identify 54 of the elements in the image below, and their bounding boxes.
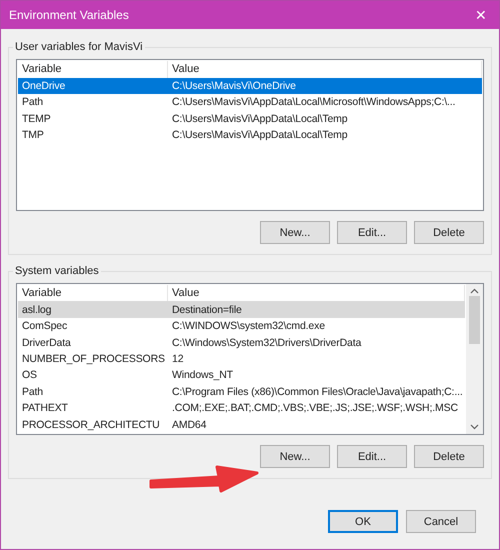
variable-value: C:\Users\MavisVi\AppData\Local\Temp	[171, 112, 348, 125]
variable-name: OS	[21, 369, 38, 382]
window-title: Environment Variables	[9, 8, 129, 22]
variable-row[interactable]: DriverData C:\Windows\System32\Drivers\DriverData	[18, 334, 465, 351]
variable-value: AMD64	[171, 418, 208, 431]
variable-name: DriverData	[21, 336, 72, 349]
variable-row[interactable]: asl.log Destination=file	[18, 301, 465, 318]
variable-row[interactable]: TMP C:\Users\MavisVi\AppData\Local\Temp	[18, 127, 482, 144]
variable-name: PATHEXT	[21, 402, 69, 414]
scroll-thumb[interactable]	[469, 296, 480, 344]
action-button[interactable]: New...	[260, 221, 330, 244]
variable-row[interactable]: OneDrive C:\Users\MavisVi\OneDrive	[18, 78, 482, 94]
variable-value: Windows_NT	[171, 369, 234, 382]
variable-value: C:\Program Files (x86)\Common Files\Oracle\Java\javapath;C:...	[171, 386, 464, 398]
variable-row[interactable]: TEMP C:\Users\MavisVi\AppData\Local\Temp	[18, 110, 482, 127]
close-button[interactable]: ✕	[463, 1, 499, 29]
variable-value: .COM;.EXE;.BAT;.CMD;.VBS;.VBE;.JS;.JSE;.WSF;.WSH;.MSC	[171, 402, 459, 414]
variable-value: C:\Users\MavisVi\AppData\Local\Temp	[171, 129, 348, 142]
variable-row[interactable]: OS Windows_NT	[18, 367, 465, 384]
variable-value: C:\Users\MavisVi\AppData\Local\Microsoft\WindowsApps;C:\...	[171, 96, 456, 108]
scroll-down-icon[interactable]	[470, 424, 479, 430]
action-button[interactable]: New...	[260, 445, 330, 468]
action-button[interactable]: Delete	[414, 445, 484, 468]
variables-list[interactable]: Variable Value OneDrive C:\Users\MavisVi\OneDrive Path C:\Users\MavisVi\AppData\Local\Microsoft\WindowsApps;C:\... TEMP C:\Users\MavisVi\AppData\Local\Temp TMP C:\Users\MavisVi\AppData\Local\Temp	[16, 59, 484, 211]
variable-name: NUMBER_OF_PROCESSORS	[21, 352, 166, 365]
variable-value: 12	[171, 352, 184, 365]
variable-value: C:\Windows\System32\Drivers\DriverData	[171, 336, 362, 349]
variable-name: TMP	[21, 129, 45, 142]
variable-row[interactable]: PROCESSOR_ARCHITECTU AMD64	[18, 416, 465, 433]
variable-row[interactable]: NUMBER_OF_PROCESSORS 12	[18, 350, 465, 368]
variable-name: ComSpec	[21, 320, 68, 332]
action-button[interactable]: Edit...	[337, 221, 407, 244]
variable-row[interactable]: PATHEXT .COM;.EXE;.BAT;.CMD;.VBS;.VBE;.JS;.JSE;.WSF;.WSH;.MSC	[18, 400, 465, 416]
variable-name: TEMP	[21, 112, 52, 125]
variable-name: OneDrive	[21, 80, 66, 92]
variable-row[interactable]: ComSpec C:\WINDOWS\system32\cmd.exe	[18, 318, 465, 334]
variable-row[interactable]: Path C:\Program Files (x86)\Common Files\Oracle\Java\javapath;C:...	[18, 384, 465, 400]
variable-value: Destination=file	[171, 304, 243, 316]
action-button[interactable]: Delete	[414, 221, 484, 244]
dialog-button[interactable]: Cancel	[406, 510, 476, 533]
variable-name: Path	[21, 96, 44, 108]
variable-name: asl.log	[21, 304, 52, 316]
group-title: System variables	[14, 265, 100, 277]
scrollbar[interactable]	[466, 284, 483, 434]
variable-name: PROCESSOR_ARCHITECTU	[21, 418, 161, 431]
variable-row[interactable]: Path C:\Users\MavisVi\AppData\Local\Microsoft\WindowsApps;C:\...	[18, 94, 482, 110]
dialog-button[interactable]: OK	[328, 510, 398, 533]
variables-list[interactable]	[16, 283, 484, 435]
variable-name: Path	[21, 386, 44, 398]
action-button[interactable]: Edit...	[337, 445, 407, 468]
variable-value: C:\WINDOWS\system32\cmd.exe	[171, 320, 326, 332]
variable-value: C:\Users\MavisVi\OneDrive	[171, 80, 297, 92]
scroll-up-icon[interactable]	[470, 288, 479, 294]
group-title: User variables for MavisVi	[14, 41, 144, 53]
